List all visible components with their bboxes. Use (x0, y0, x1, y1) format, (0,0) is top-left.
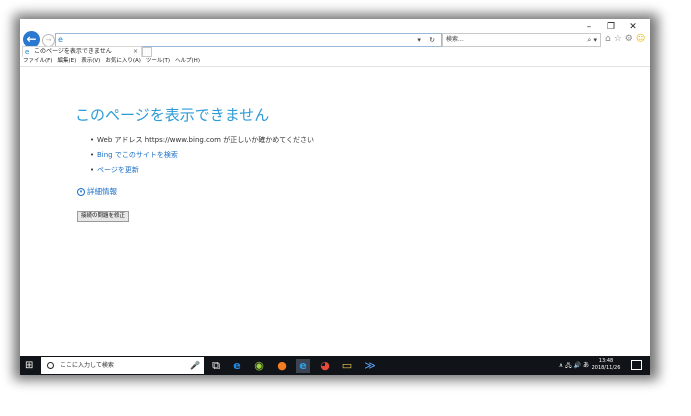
ie-tab-icon: e (25, 48, 30, 56)
menu-view[interactable]: 表示(V) (81, 57, 100, 66)
menu-help[interactable]: ヘルプ(H) (175, 57, 200, 66)
cortana-icon[interactable] (47, 362, 54, 369)
tab-label: このページを表示できません (34, 48, 112, 55)
notification-icon[interactable] (631, 360, 642, 370)
fix-connection-button[interactable]: 接続の問題を修正 (77, 211, 130, 222)
address-check-text: Web アドレス https://www.bing.com が正しいか確かめてく… (97, 136, 315, 144)
menu-bar: ファイル(F) 編集(E) 表示(V) お気に入り(A) ツール(T) ヘルプ(… (23, 57, 200, 66)
browser-right-icons: ⌂ ☆ ⚙ ☺ (605, 33, 645, 45)
more-info-toggle[interactable]: ▾ 詳細情報 (77, 186, 117, 197)
task-view-icon[interactable]: ⧉ (209, 359, 223, 373)
edge-icon[interactable]: e (230, 359, 244, 373)
more-info-label: 詳細情報 (87, 187, 117, 196)
chrome-icon[interactable]: ◕ (318, 359, 332, 373)
menu-edit[interactable]: 編集(E) (57, 57, 76, 66)
tab-row: e このページを表示できません × (20, 46, 650, 57)
new-tab-button[interactable] (142, 47, 152, 57)
menu-tools[interactable]: ツール(T) (146, 57, 170, 66)
browser-window: – ❐ ✕ ← → e ▾ ↻ 検索... ⌕ ▾ ⌂ ☆ ⚙ ☺ e このペー… (20, 19, 650, 375)
list-item: ページを更新 (90, 163, 314, 178)
taskbar: ⊞ ここに入力して検索 🎤 ⧉ e ◉ ● e ◕ ▭ ≫ ∧ 🖧 🔊 あ 13… (20, 356, 650, 375)
microphone-icon[interactable]: 🎤 (190, 357, 200, 374)
refresh-page-link[interactable]: ページを更新 (97, 166, 139, 174)
internet-explorer-icon[interactable]: e (296, 359, 310, 373)
ie-page-icon: e (58, 35, 63, 44)
taskbar-search-box[interactable]: ここに入力して検索 🎤 (41, 357, 204, 374)
address-bar[interactable]: e ▾ ↻ (55, 33, 442, 47)
page-content: このページを表示できません Web アドレス https://www.bing.… (20, 67, 650, 356)
expand-circle-icon: ▾ (77, 188, 85, 196)
address-dropdown-refresh-icons[interactable]: ▾ ↻ (417, 34, 438, 46)
home-icon[interactable]: ⌂ (605, 33, 611, 45)
clock[interactable]: 13:48 2018/11/26 (588, 358, 624, 372)
settings-icon[interactable]: ⚙ (625, 33, 633, 45)
search-bing-link[interactable]: Bing でこのサイトを検索 (97, 151, 178, 159)
taskbar-search-placeholder: ここに入力して検索 (60, 362, 114, 369)
windows-start-icon[interactable]: ⊞ (25, 360, 36, 371)
tab-current[interactable]: e このページを表示できません × (22, 46, 142, 57)
menu-file[interactable]: ファイル(F) (23, 57, 52, 66)
clock-date: 2018/11/26 (591, 365, 621, 371)
page-title: このページを表示できません (75, 106, 270, 124)
tab-close-icon[interactable]: × (133, 47, 138, 57)
feedback-icon[interactable]: ☺ (636, 33, 645, 45)
search-placeholder: 検索... (446, 36, 464, 43)
list-item: Web アドレス https://www.bing.com が正しいか確かめてく… (90, 133, 314, 148)
list-item: Bing でこのサイトを検索 (90, 148, 314, 163)
firefox-icon[interactable]: ● (275, 359, 289, 373)
powershell-icon[interactable]: ≫ (363, 359, 377, 373)
app-icon[interactable]: ◉ (252, 359, 266, 373)
search-icon[interactable]: ⌕ ▾ (587, 34, 597, 46)
suggestion-list: Web アドレス https://www.bing.com が正しいか確かめてく… (90, 133, 314, 178)
file-explorer-icon[interactable]: ▭ (340, 359, 354, 373)
menu-favorites[interactable]: お気に入り(A) (105, 57, 141, 66)
search-box[interactable]: 検索... ⌕ ▾ (442, 33, 601, 47)
clock-time: 13:48 (598, 358, 614, 364)
favorites-icon[interactable]: ☆ (614, 33, 622, 45)
system-tray-icons[interactable]: ∧ 🖧 🔊 あ (559, 359, 589, 373)
